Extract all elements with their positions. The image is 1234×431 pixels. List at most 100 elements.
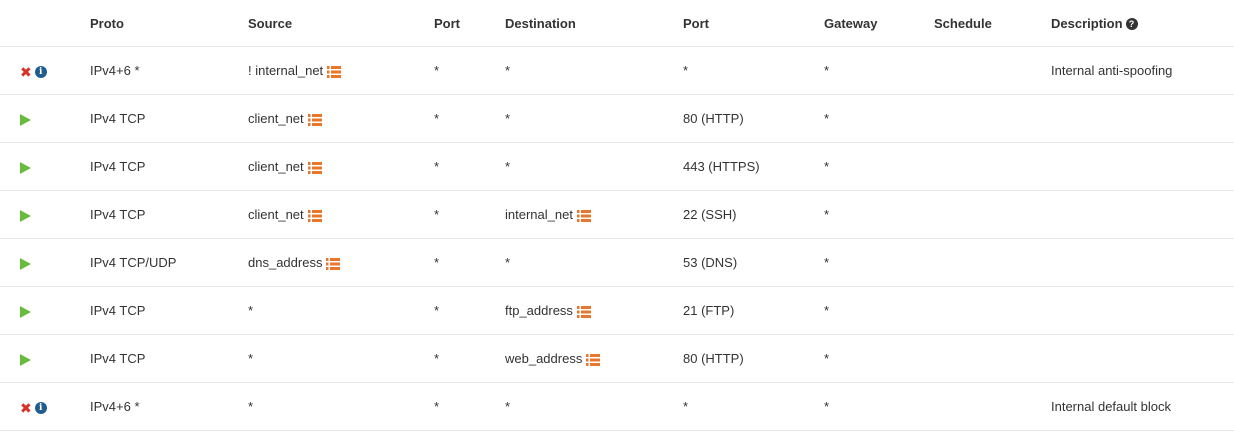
destination-value-cell: internal_net [505, 190, 683, 239]
description-value-cell: Internal anti-spoofing [1051, 46, 1234, 95]
dest-port-value: 22 (SSH) [683, 207, 737, 222]
header-icons [0, 0, 90, 47]
destination-value: * [505, 111, 511, 126]
action-icons-cell [0, 142, 90, 191]
pass-icon[interactable] [20, 305, 31, 318]
header-source-port[interactable]: Port [434, 0, 505, 47]
schedule-value-cell [934, 142, 1051, 191]
alias-list-icon[interactable] [307, 209, 322, 222]
table-row[interactable]: IPv4 TCP/UDP dns_address * * 53 (DNS) * [0, 238, 1234, 287]
action-icons-cell: ✖ i [0, 382, 90, 431]
description-value: Internal anti-spoofing [1051, 63, 1173, 78]
source-port-value: * [434, 351, 440, 366]
schedule-value-cell [934, 238, 1051, 287]
gateway-value: * [824, 399, 830, 414]
proto-value-cell: IPv4+6 * [90, 382, 248, 431]
dest-port-value-cell: 22 (SSH) [683, 190, 824, 239]
source-value-cell: * [248, 286, 434, 335]
proto-value-cell: IPv4 TCP [90, 94, 248, 143]
gateway-value: * [824, 63, 830, 78]
pass-icon[interactable] [20, 113, 31, 126]
block-icon[interactable]: ✖ [20, 65, 32, 79]
source-value: * [248, 399, 254, 414]
destination-value: internal_net [505, 207, 573, 222]
header-row: Proto Source Port Destination Port Gatew… [0, 0, 1234, 47]
proto-value: IPv4 TCP [90, 351, 146, 366]
table-body: ✖ i IPv4+6 *! internal_net * * * * Internal ant… [0, 46, 1234, 431]
source-port-value: * [434, 303, 440, 318]
source-port-value-cell: * [434, 334, 505, 383]
description-value-cell [1051, 190, 1234, 239]
dest-port-value-cell: * [683, 382, 824, 431]
alias-list-icon[interactable] [576, 209, 591, 222]
source-value-cell: dns_address [248, 238, 434, 287]
schedule-value-cell [934, 286, 1051, 335]
proto-value: IPv4 TCP [90, 111, 146, 126]
dest-port-value-cell: 80 (HTTP) [683, 334, 824, 383]
alias-list-icon[interactable] [307, 113, 322, 126]
header-source[interactable]: Source [248, 0, 434, 47]
description-value-cell [1051, 142, 1234, 191]
destination-value: * [505, 159, 511, 174]
source-value: * [248, 351, 254, 366]
question-circle-icon[interactable]: ? [1125, 18, 1138, 31]
source-value-cell: client_net [248, 94, 434, 143]
firewall-rules-table: Proto Source Port Destination Port Gatew… [0, 0, 1234, 431]
table-row[interactable]: IPv4 TCP client_net * * 80 (HTTP) * [0, 94, 1234, 143]
schedule-value-cell [934, 94, 1051, 143]
description-value-cell [1051, 94, 1234, 143]
header-dest-port[interactable]: Port [683, 0, 824, 47]
alias-list-icon[interactable] [586, 353, 601, 366]
table-row[interactable]: IPv4 TCP * * web_address 80 (HTTP) * [0, 334, 1234, 383]
source-port-value-cell: * [434, 46, 505, 95]
description-value-cell [1051, 334, 1234, 383]
alias-list-icon[interactable] [326, 257, 341, 270]
description-value-cell [1051, 238, 1234, 287]
header-description[interactable]: Description? [1051, 0, 1234, 47]
gateway-value: * [824, 159, 830, 174]
table-row[interactable]: ✖ i IPv4+6 *! internal_net * * * * Internal ant… [0, 46, 1234, 95]
destination-value-cell: * [505, 94, 683, 143]
destination-value: * [505, 399, 511, 414]
destination-value-cell: * [505, 382, 683, 431]
pass-icon[interactable] [20, 161, 31, 174]
info-icon[interactable]: i [34, 65, 47, 78]
table-row[interactable]: IPv4 TCP * * ftp_address 21 (FTP) * [0, 286, 1234, 335]
proto-value: IPv4 TCP [90, 159, 146, 174]
schedule-value-cell [934, 46, 1051, 95]
destination-value-cell: * [505, 46, 683, 95]
alias-list-icon[interactable] [327, 65, 342, 78]
table-row[interactable]: ✖ i IPv4+6 * * * * * * Internal default block [0, 382, 1234, 431]
source-port-value: * [434, 63, 440, 78]
header-description-label: Description [1051, 15, 1123, 31]
gateway-value-cell: * [824, 94, 934, 143]
table-row[interactable]: IPv4 TCP client_net * internal_net 22 (SSH) * [0, 190, 1234, 239]
header-gateway[interactable]: Gateway [824, 0, 934, 47]
header-destination[interactable]: Destination [505, 0, 683, 47]
gateway-value-cell: * [824, 238, 934, 287]
alias-list-icon[interactable] [576, 305, 591, 318]
source-value-cell: * [248, 334, 434, 383]
gateway-value-cell: * [824, 286, 934, 335]
table-row[interactable]: IPv4 TCP client_net * * 443 (HTTPS) * [0, 142, 1234, 191]
dest-port-value-cell: 21 (FTP) [683, 286, 824, 335]
header-proto[interactable]: Proto [90, 0, 248, 47]
dest-port-value-cell: 53 (DNS) [683, 238, 824, 287]
pass-icon[interactable] [20, 257, 31, 270]
block-icon[interactable]: ✖ [20, 401, 32, 415]
action-icons-cell [0, 190, 90, 239]
proto-value-cell: IPv4 TCP [90, 286, 248, 335]
proto-value-cell: IPv4 TCP [90, 190, 248, 239]
pass-icon[interactable] [20, 209, 31, 222]
pass-icon[interactable] [20, 353, 31, 366]
source-value-cell: * [248, 382, 434, 431]
destination-value-cell: web_address [505, 334, 683, 383]
dest-port-value-cell: * [683, 46, 824, 95]
destination-value-cell: * [505, 238, 683, 287]
alias-list-icon[interactable] [307, 161, 322, 174]
dest-port-value-cell: 443 (HTTPS) [683, 142, 824, 191]
source-value-cell: client_net [248, 190, 434, 239]
info-icon[interactable]: i [34, 401, 47, 414]
header-schedule[interactable]: Schedule [934, 0, 1051, 47]
destination-value: * [505, 63, 511, 78]
